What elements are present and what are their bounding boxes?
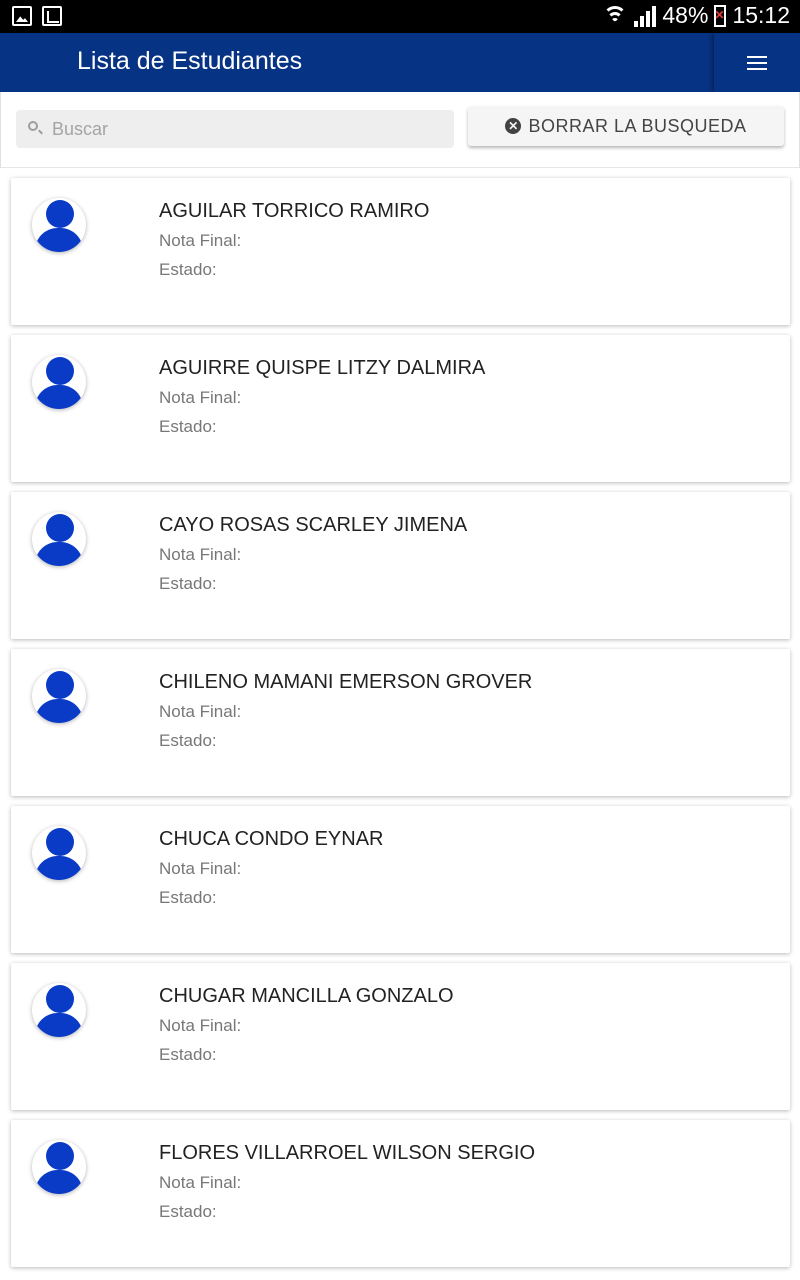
- battery-icon: [714, 4, 727, 27]
- student-name: CHUGAR MANCILLA GONZALO: [159, 985, 454, 1007]
- gallery-icon: [12, 6, 32, 26]
- system-icons: 48% 15:12: [602, 2, 790, 29]
- avatar-icon: [32, 512, 86, 566]
- status-label: Estado:: [159, 417, 217, 436]
- status-label: Estado:: [159, 888, 217, 907]
- status-label: Estado:: [159, 1202, 217, 1221]
- status-label: Estado:: [159, 731, 217, 750]
- status-label: Estado:: [159, 574, 217, 593]
- avatar-icon: [32, 983, 86, 1037]
- screencast-icon: [42, 6, 62, 26]
- search-input[interactable]: [52, 114, 442, 144]
- final-grade-label: Nota Final:: [159, 388, 242, 407]
- notification-icons: [12, 6, 62, 26]
- avatar-icon: [32, 826, 86, 880]
- wifi-icon: [602, 4, 628, 28]
- final-grade-label: Nota Final:: [159, 231, 242, 250]
- student-name: CHUCA CONDO EYNAR: [159, 828, 384, 850]
- student-name: CHILENO MAMANI EMERSON GROVER: [159, 671, 533, 693]
- app-bar: Lista de Estudiantes: [0, 33, 800, 92]
- student-card[interactable]: CHUGAR MANCILLA GONZALO Nota Final: Esta…: [11, 963, 790, 1110]
- clear-search-button[interactable]: ✕ BORRAR LA BUSQUEDA: [468, 106, 784, 146]
- signal-icon: [634, 5, 657, 27]
- student-card[interactable]: AGUILAR TORRICO RAMIRO Nota Final: Estad…: [11, 178, 790, 325]
- final-grade-label: Nota Final:: [159, 859, 242, 878]
- student-name: FLORES VILLARROEL WILSON SERGIO: [159, 1142, 536, 1164]
- avatar-icon: [32, 198, 86, 252]
- student-name: CAYO ROSAS SCARLEY JIMENA: [159, 514, 468, 536]
- student-card[interactable]: FLORES VILLARROEL WILSON SERGIO Nota Fin…: [11, 1120, 790, 1267]
- student-card[interactable]: CAYO ROSAS SCARLEY JIMENA Nota Final: Es…: [11, 492, 790, 639]
- menu-button[interactable]: [714, 33, 800, 92]
- search-bar: ✕ BORRAR LA BUSQUEDA: [0, 92, 800, 168]
- search-icon: [28, 121, 38, 131]
- student-name: AGUILAR TORRICO RAMIRO: [159, 200, 430, 222]
- final-grade-label: Nota Final:: [159, 1173, 242, 1192]
- search-box[interactable]: [16, 110, 454, 148]
- avatar-icon: [32, 1140, 86, 1194]
- clock: 15:12: [732, 2, 790, 28]
- student-card[interactable]: AGUIRRE QUISPE LITZY DALMIRA Nota Final:…: [11, 335, 790, 482]
- battery-percent: 48%: [662, 2, 709, 28]
- student-card[interactable]: CHUCA CONDO EYNAR Nota Final: Estado:: [11, 806, 790, 953]
- clear-search-label: BORRAR LA BUSQUEDA: [528, 115, 747, 136]
- status-label: Estado:: [159, 1045, 217, 1064]
- student-name: AGUIRRE QUISPE LITZY DALMIRA: [159, 357, 486, 379]
- final-grade-label: Nota Final:: [159, 545, 242, 564]
- hamburger-menu-icon: [747, 55, 767, 70]
- avatar-icon: [32, 355, 86, 409]
- avatar-icon: [32, 669, 86, 723]
- clear-icon: ✕: [505, 118, 522, 134]
- student-card[interactable]: CHILENO MAMANI EMERSON GROVER Nota Final…: [11, 649, 790, 796]
- status-label: Estado:: [159, 260, 217, 279]
- status-bar: 48% 15:12: [0, 0, 800, 33]
- final-grade-label: Nota Final:: [159, 1016, 242, 1035]
- final-grade-label: Nota Final:: [159, 702, 242, 721]
- page-title: Lista de Estudiantes: [77, 47, 303, 75]
